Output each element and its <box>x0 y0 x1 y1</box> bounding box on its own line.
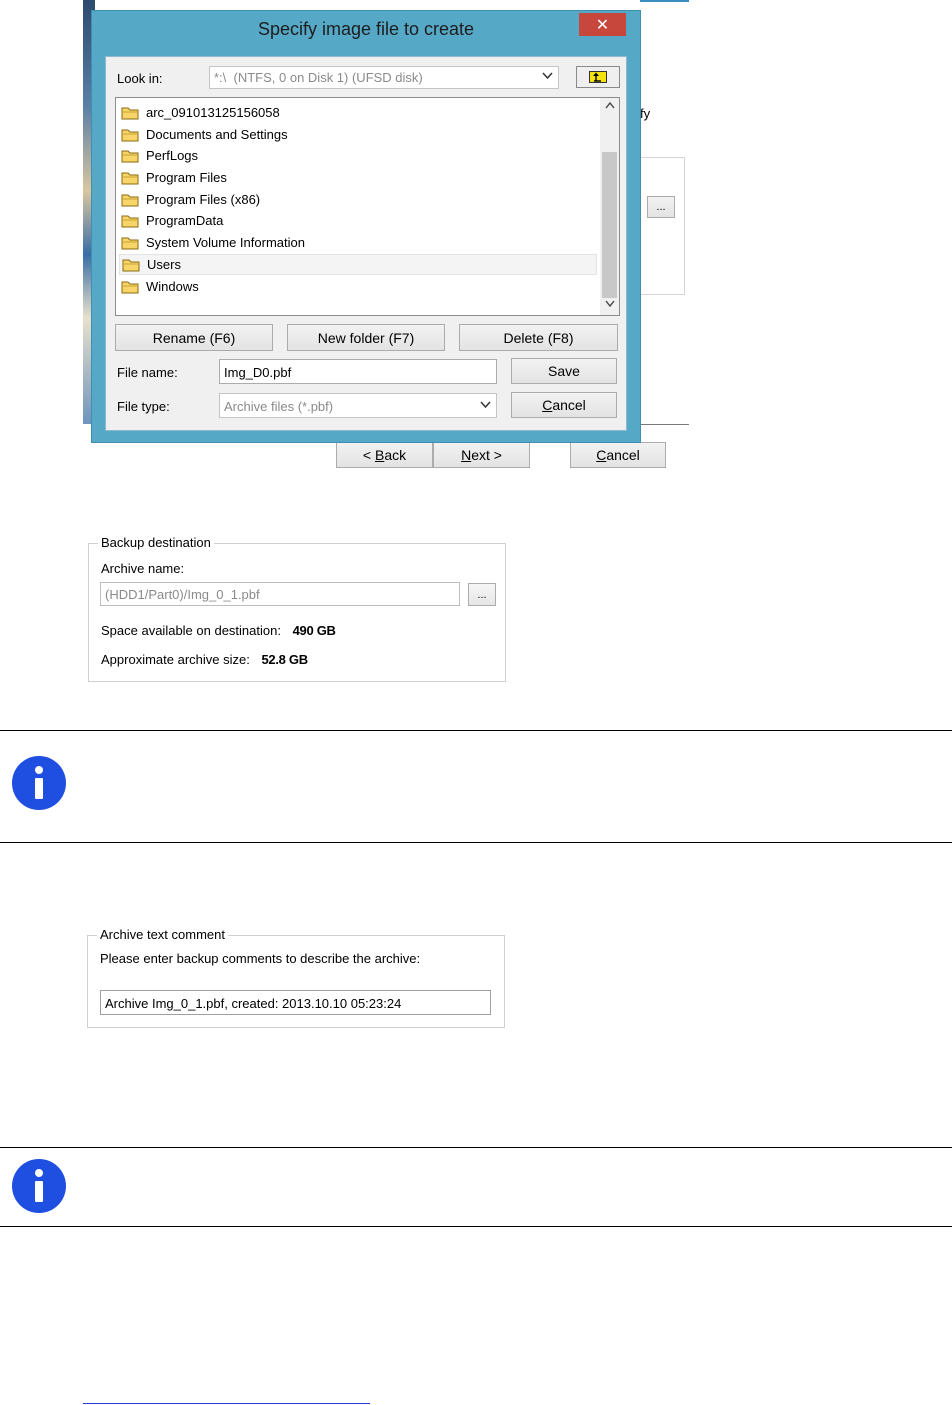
browse-button[interactable]: ... <box>468 583 496 606</box>
look-in-value: *:\ (NTFS, 0 on Disk 1) (UFSD disk) <box>214 70 423 85</box>
archive-name-input[interactable]: (HDD1/Part0)/Img_0_1.pbf <box>100 582 460 606</box>
wizard-browse-button[interactable]: ... <box>647 196 675 218</box>
file-name-label: File name: <box>117 365 178 380</box>
folder-name: System Volume Information <box>146 235 305 250</box>
dialog-title: Specify image file to create <box>257 19 475 39</box>
file-type-value: Archive files (*.pbf) <box>224 399 334 414</box>
delete-button[interactable]: Delete (F8) <box>459 324 618 351</box>
folder-icon <box>121 172 139 184</box>
folder-icon <box>121 215 139 227</box>
back-button[interactable]: < Back <box>336 442 433 468</box>
folder-icon <box>121 129 139 141</box>
cancel-button[interactable]: Cancel <box>511 392 617 418</box>
file-name-input[interactable]: Img_D0.pbf <box>219 359 497 384</box>
chevron-down-icon <box>480 398 491 412</box>
wizard-separator <box>640 424 689 425</box>
archive-name-label: Archive name: <box>101 561 185 576</box>
list-item[interactable]: Documents and Settings <box>119 124 597 145</box>
wizard-partial-text: fy <box>640 106 651 121</box>
note-bottom-rule <box>0 1226 952 1227</box>
up-one-level-button[interactable] <box>576 66 620 88</box>
archive-comment-prompt: Please enter backup comments to describe… <box>100 951 421 966</box>
folder-name: Users <box>147 257 181 272</box>
archive-size-row: Approximate archive size: 52.8 GB <box>101 652 308 667</box>
chevron-down-icon <box>542 69 553 83</box>
archive-comment-input[interactable]: Archive Img_0_1.pbf, created: 2013.10.10… <box>100 990 491 1015</box>
file-type-dropdown[interactable]: Archive files (*.pbf) <box>219 393 497 418</box>
space-available-label: Space available on destination: <box>101 623 281 638</box>
info-icon <box>12 756 66 810</box>
folder-icon <box>121 194 139 206</box>
chevron-down-icon[interactable] <box>600 298 619 310</box>
folder-name: PerfLogs <box>146 148 199 163</box>
space-available-row: Space available on destination: 490 GB <box>101 623 336 638</box>
list-item[interactable]: arc_091013125156058 <box>119 102 597 123</box>
note-top-rule <box>0 730 952 731</box>
list-item[interactable]: System Volume Information <box>119 232 597 253</box>
close-icon: ✕ <box>595 16 610 34</box>
list-item-selected[interactable]: Users <box>119 254 597 275</box>
info-icon <box>12 1159 66 1213</box>
folder-name: Windows <box>146 279 199 294</box>
folder-name: Program Files (x86) <box>146 192 261 207</box>
folder-name: ProgramData <box>146 213 224 228</box>
folder-icon <box>121 237 139 249</box>
folder-icon <box>122 259 140 271</box>
look-in-dropdown[interactable]: *:\ (NTFS, 0 on Disk 1) (UFSD disk) <box>209 66 559 89</box>
close-button[interactable]: ✕ <box>579 13 626 36</box>
next-button[interactable]: Next > <box>433 442 530 468</box>
list-item[interactable]: Program Files <box>119 167 597 188</box>
folder-icon <box>121 107 139 119</box>
chevron-up-icon[interactable] <box>600 100 619 112</box>
up-folder-icon <box>589 71 607 83</box>
archive-size-label: Approximate archive size: <box>101 652 250 667</box>
folder-list[interactable]: arc_091013125156058 Documents and Settin… <box>115 97 620 316</box>
wizard-cancel-button[interactable]: Cancel <box>570 442 666 468</box>
wizard-top-line <box>640 0 689 2</box>
save-button[interactable]: Save <box>511 358 617 384</box>
folder-name: arc_091013125156058 <box>146 105 280 120</box>
archive-comment-title: Archive text comment <box>97 927 228 942</box>
vertical-scrollbar[interactable] <box>600 98 619 315</box>
list-item[interactable]: Windows <box>119 276 597 297</box>
note-bottom-rule <box>0 842 952 843</box>
backup-destination-title: Backup destination <box>98 535 214 550</box>
folder-name: Documents and Settings <box>146 127 288 142</box>
footnote-rule <box>83 1403 370 1404</box>
new-folder-button[interactable]: New folder (F7) <box>287 324 445 351</box>
note-top-rule <box>0 1147 952 1148</box>
space-available-value: 490 GB <box>292 623 336 638</box>
folder-icon <box>121 150 139 162</box>
list-item[interactable]: PerfLogs <box>119 145 597 166</box>
list-item[interactable]: ProgramData <box>119 210 597 231</box>
folder-name: Program Files <box>146 170 227 185</box>
list-item[interactable]: Program Files (x86) <box>119 189 597 210</box>
file-type-label: File type: <box>117 399 170 414</box>
archive-size-value: 52.8 GB <box>261 652 308 667</box>
wizard-group-box <box>640 157 685 295</box>
dialog-body: Look in: *:\ (NTFS, 0 on Disk 1) (UFSD d… <box>105 56 627 431</box>
folder-icon <box>121 281 139 293</box>
rename-button[interactable]: Rename (F6) <box>115 324 273 351</box>
specify-image-file-dialog: Specify image file to create ✕ Look in: … <box>91 10 641 443</box>
look-in-label: Look in: <box>117 71 163 86</box>
scrollbar-thumb[interactable] <box>602 152 617 298</box>
